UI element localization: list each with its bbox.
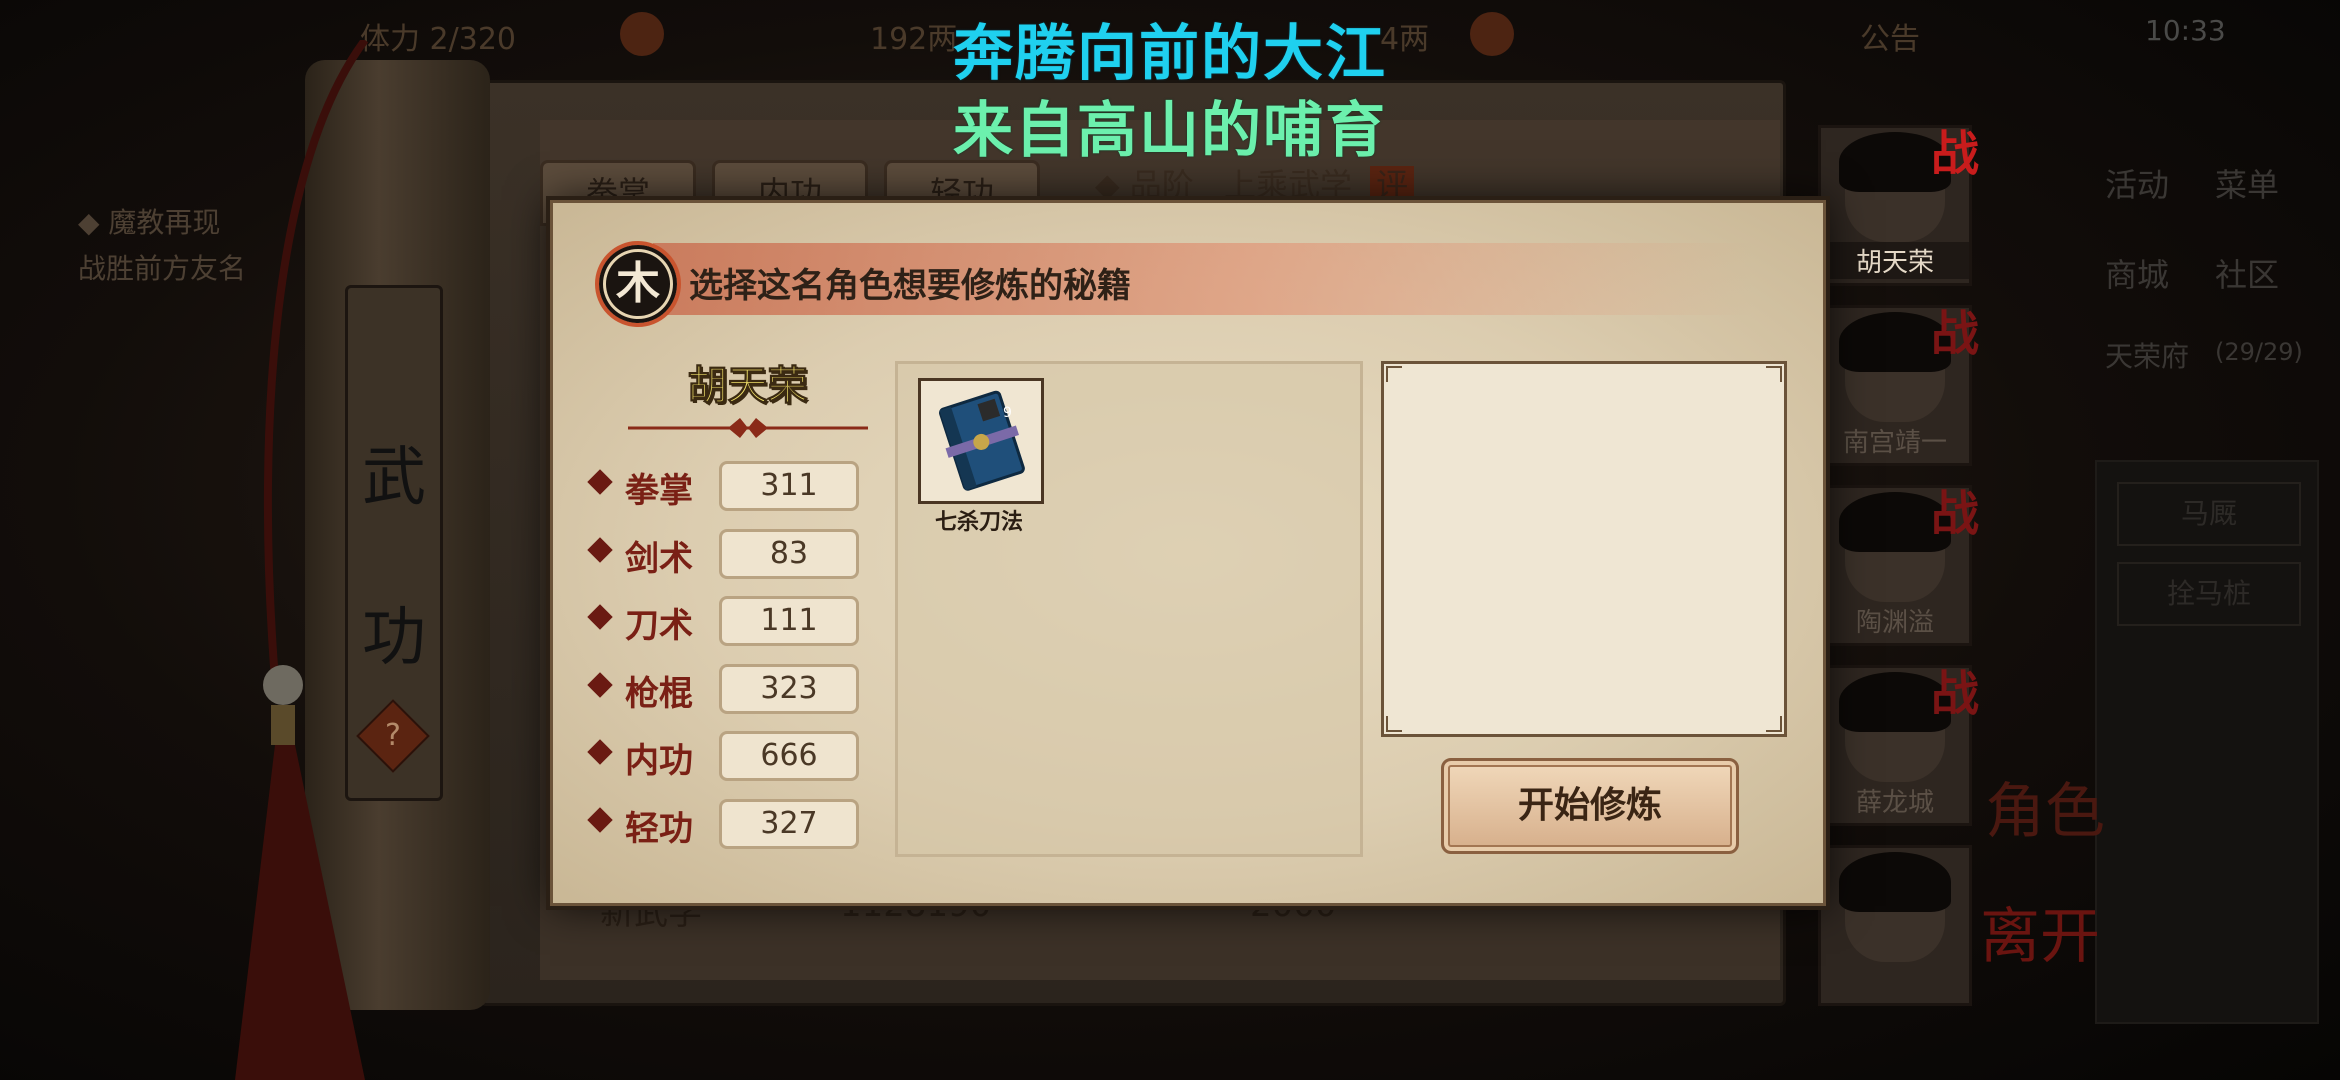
manual-list: 9 七杀刀法 — [895, 361, 1363, 857]
manual-description — [1384, 364, 1784, 412]
grade-value: 上乘武学 — [1223, 166, 1352, 204]
stat-label: 内功 — [625, 741, 693, 781]
character-hair — [1839, 852, 1951, 912]
leave-button[interactable]: 离开 — [1980, 905, 2100, 969]
dialog-title: 选择这名角色想要修炼的秘籍 — [689, 266, 1131, 306]
stable-panel: 马厩 拴马桩 — [2095, 460, 2319, 1024]
stat-label: 拳掌 — [625, 471, 693, 511]
grade-label: ◆ 品阶 — [1095, 166, 1194, 204]
menu-shop[interactable]: 商城 — [2105, 250, 2169, 296]
stat-label: 刀术 — [625, 606, 693, 646]
diamond-icon — [587, 536, 613, 563]
battle-mark-icon: 战 — [1930, 306, 1979, 362]
character-name-label: 薛龙城 — [1855, 788, 1934, 818]
manual-description-box — [1381, 361, 1787, 737]
role-button[interactable]: 角色 — [1985, 780, 2105, 844]
stat-value: 111 — [719, 596, 859, 646]
character-card[interactable] — [1818, 845, 1972, 1006]
stat-value: 327 — [719, 798, 859, 849]
stable-button[interactable]: 马厩 — [2117, 482, 2301, 546]
subtitle-line-1: 奔腾向前的大江 — [953, 19, 1387, 89]
character-name-label: 南宫靖一 — [1842, 428, 1947, 458]
diamond-icon — [587, 469, 613, 495]
stat-value: 323 — [719, 663, 859, 714]
character-name-label: 陶渊溢 — [1855, 608, 1934, 638]
stat-value: 311 — [719, 461, 859, 511]
blue-book-icon: 9 — [939, 390, 1025, 491]
subtitle-line-2: 来自高山的哺育 — [953, 96, 1387, 166]
diamond-icon — [587, 604, 613, 630]
diamond-icon — [587, 806, 613, 833]
diamond-icon — [587, 671, 613, 698]
stat-label: 剑术 — [625, 538, 693, 579]
start-training-label: 开始修炼 — [1517, 785, 1662, 826]
sword-emblem-icon: ⽊ — [595, 241, 681, 327]
tassel-decoration — [235, 40, 369, 1080]
select-manual-dialog: ⽊ 选择这名角色想要修炼的秘籍 胡天荣 9 七杀刀法 开始修炼 拳掌 311 剑… — [550, 200, 1826, 906]
character-name: 胡天荣 — [687, 363, 808, 410]
stat-value: 83 — [719, 528, 859, 579]
name-ornament-icon — [628, 418, 868, 438]
start-training-button[interactable]: 开始修炼 — [1441, 758, 1739, 854]
character-list: 胡天荣战南宫靖一战陶渊溢战薛龙城战 — [1818, 125, 1979, 1075]
mansion-count: (29/29) — [2215, 338, 2303, 366]
stat-label: 轻功 — [625, 808, 693, 849]
character-card[interactable]: 陶渊溢 战 — [1818, 485, 1979, 646]
menu-community[interactable]: 社区 — [2215, 250, 2279, 296]
manual-item[interactable]: 9 — [918, 378, 1044, 504]
battle-mark-icon: 战 — [1930, 486, 1979, 542]
battle-mark-icon: 战 — [1930, 666, 1979, 722]
character-card[interactable]: 薛龙城 战 — [1818, 665, 1979, 826]
stat-label: 枪棍 — [625, 673, 693, 714]
hitching-post-button[interactable]: 拴马桩 — [2117, 562, 2301, 626]
book-level: 9 — [1003, 405, 1012, 421]
grade-badge: 评 — [1370, 166, 1415, 204]
character-card[interactable]: 南宫靖一 战 — [1818, 305, 1979, 466]
mansion-label: 天荣府 — [2105, 340, 2190, 373]
stat-value: 666 — [719, 731, 859, 781]
manual-name: 七杀刀法 — [934, 510, 1023, 535]
character-name-label: 胡天荣 — [1821, 242, 1969, 279]
diamond-icon — [587, 739, 613, 765]
